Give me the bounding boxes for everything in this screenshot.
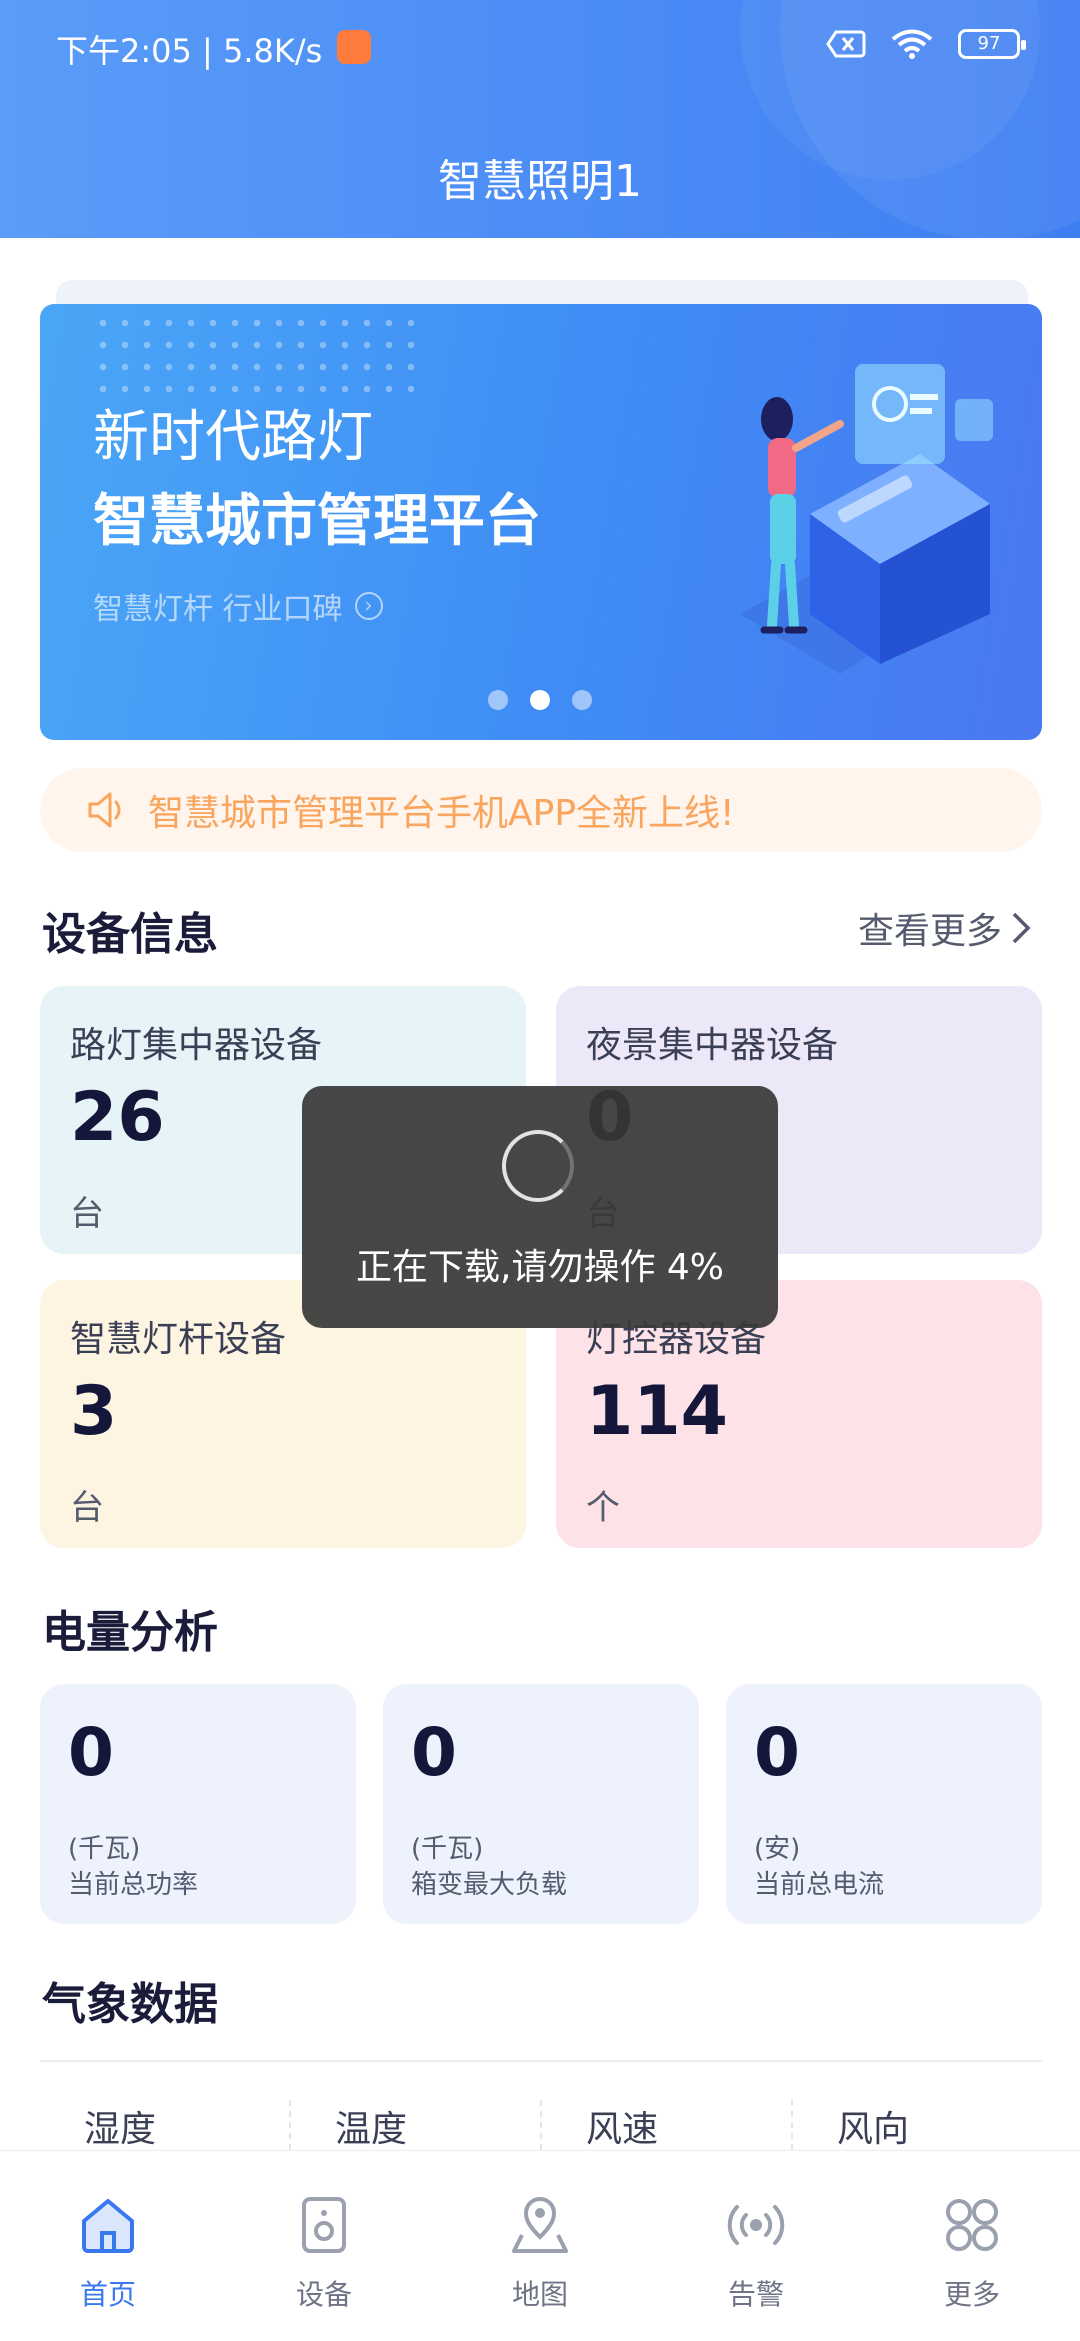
weather-title: 气象数据 (42, 1979, 218, 2030)
weather-temperature-label: 温度 (291, 2100, 542, 2150)
weather-wind-speed-label: 风速 (542, 2100, 793, 2150)
banner-pager (488, 690, 592, 710)
app-notification-icon (337, 30, 371, 64)
device-card-count: 114 (586, 1372, 728, 1451)
announcement-text: 智慧城市管理平台手机APP全新上线! (148, 793, 735, 834)
pager-dot-active[interactable] (530, 690, 550, 710)
power-card-unit: (安) (754, 1834, 801, 1864)
power-card-label: 箱变最大负载 (411, 1870, 568, 1900)
weather-humidity-label: 湿度 (40, 2100, 291, 2150)
alarm-signal-icon (727, 2205, 785, 2245)
weather-wind-direction-label: 风向 (837, 2109, 910, 2150)
banner-dot-pattern (92, 312, 422, 392)
power-card-unit: (千瓦) (411, 1834, 484, 1864)
pager-dot[interactable] (488, 690, 508, 710)
smart-city-illustration (740, 364, 993, 674)
tab-alarms[interactable]: 告警 (648, 2151, 864, 2341)
download-progress-text: 正在下载,请勿操作 4% (356, 1247, 724, 1288)
home-icon (82, 2199, 134, 2253)
device-card-label: 智慧灯杆设备 (70, 1319, 287, 1360)
battery-icon: 97 (958, 29, 1026, 59)
power-card-value: 0 (411, 1714, 457, 1791)
page-title: 智慧照明1 (438, 156, 642, 207)
power-card-value: 0 (754, 1714, 800, 1791)
tab-map[interactable]: 地图 (432, 2151, 648, 2341)
tab-more[interactable]: 更多 (864, 2151, 1080, 2341)
view-more-link[interactable]: 查看更多 (858, 902, 1032, 954)
loading-spinner-icon (502, 1130, 574, 1202)
tab-label: 告警 (727, 2278, 784, 2311)
power-card-unit: (千瓦) (68, 1834, 141, 1864)
power-card-label: 当前总电流 (754, 1870, 885, 1900)
device-card-label: 路灯集中器设备 (70, 1025, 323, 1066)
device-card-count: 3 (70, 1372, 118, 1451)
status-bar: 下午2:05 | 5.8K/s 97 (0, 0, 1080, 96)
tab-label: 更多 (943, 2278, 1000, 2311)
tab-label: 设备 (295, 2278, 352, 2311)
device-info-title: 设备信息 (42, 909, 218, 960)
wifi-icon (891, 29, 933, 59)
banner-headline: 新时代路灯 (93, 405, 373, 470)
bottom-tab-bar: 首页 设备 地图 告警 更多 (0, 2150, 1080, 2341)
sim-disabled-icon (826, 30, 866, 58)
map-pin-icon (512, 2197, 568, 2253)
banner-subtitle: 智慧灯杆 行业口碑 › (93, 584, 383, 628)
promo-banner[interactable]: 新时代路灯 智慧城市管理平台 智慧灯杆 行业口碑 › (40, 304, 1042, 740)
device-card-label: 夜景集中器设备 (586, 1025, 839, 1066)
power-card-total-current[interactable]: 0 (安) 当前总电流 (726, 1684, 1042, 1924)
more-grid-icon (946, 2199, 998, 2251)
status-icons: 97 (826, 28, 1026, 60)
device-card-unit: 台 (70, 1194, 104, 1234)
tab-home[interactable]: 首页 (0, 2151, 216, 2341)
tab-label: 首页 (79, 2278, 136, 2311)
tab-label: 地图 (511, 2278, 568, 2311)
banner-subtitle-text: 智慧灯杆 行业口碑 (93, 592, 343, 627)
power-card-max-load[interactable]: 0 (千瓦) 箱变最大负载 (383, 1684, 699, 1924)
power-card-value: 0 (68, 1714, 114, 1791)
device-icon (302, 2197, 346, 2253)
app-header: 下午2:05 | 5.8K/s 97 智慧照明1 (0, 0, 1080, 238)
banner-title: 智慧城市管理平台 (93, 489, 541, 554)
weather-columns: 湿度 温度 风速 风向 (40, 2100, 1042, 2150)
pager-dot[interactable] (572, 690, 592, 710)
download-progress-toast: 正在下载,请勿操作 4% (302, 1086, 778, 1328)
device-card-unit: 台 (70, 1488, 104, 1528)
device-card-unit: 个 (586, 1488, 620, 1528)
chevron-right-icon (1012, 912, 1031, 944)
view-more-label: 查看更多 (857, 911, 1002, 952)
power-card-total-power[interactable]: 0 (千瓦) 当前总功率 (40, 1684, 356, 1924)
status-time: 下午2:05 | 5.8K/s (56, 32, 323, 70)
announcement-bar[interactable]: 智慧城市管理平台手机APP全新上线! (40, 768, 1042, 852)
device-card-count: 26 (70, 1078, 165, 1157)
tab-devices[interactable]: 设备 (216, 2151, 432, 2341)
arrow-right-circle-icon: › (354, 592, 383, 620)
weather-divider (40, 2060, 1042, 2062)
power-card-label: 当前总功率 (68, 1870, 199, 1900)
power-analysis-title: 电量分析 (42, 1607, 218, 1658)
speaker-icon (88, 792, 121, 828)
